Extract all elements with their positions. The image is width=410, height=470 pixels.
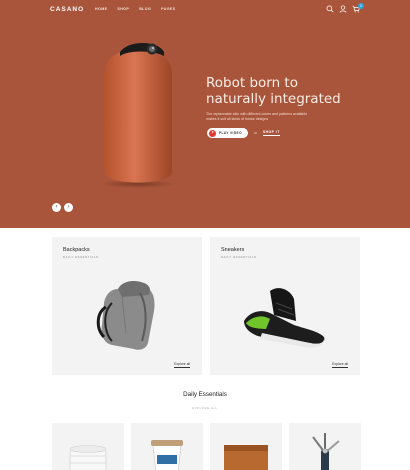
search-icon[interactable]	[326, 5, 334, 13]
explore-all-subtitle[interactable]: EXPLORE ALL	[0, 406, 410, 410]
category-subtitle: DAILY ESSENTIALS	[221, 255, 257, 259]
play-video-button[interactable]: PLAY VIDEO	[207, 128, 248, 138]
product-card-wallet[interactable]	[210, 423, 282, 470]
menu-item-pages[interactable]: PAGES	[161, 7, 175, 11]
daily-essentials-title: Daily Essentials	[183, 391, 227, 398]
menu-item-home[interactable]: HOME	[95, 7, 107, 11]
product-card-bowls[interactable]	[52, 423, 124, 470]
category-title: Sneakers	[221, 247, 245, 253]
site-logo[interactable]: CASANO	[50, 6, 84, 13]
category-card-sneakers[interactable]: Sneakers DAILY ESSENTIALS Explore all	[210, 237, 360, 375]
menu-item-blog[interactable]: BLOG	[139, 7, 151, 11]
cart-count-badge: 0	[358, 3, 364, 9]
category-title: Backpacks	[63, 247, 90, 253]
slider-controls: ‹ ›	[52, 203, 73, 212]
robot-speaker-image	[98, 34, 178, 189]
category-subtitle: DAILY ESSENTIALS	[63, 255, 99, 259]
top-navigation: CASANO HOME SHOP BLOG PAGES 0	[0, 0, 410, 20]
essentials-product-grid	[52, 423, 361, 470]
explore-all-link[interactable]: Explore all	[174, 362, 190, 368]
user-icon[interactable]	[339, 5, 347, 13]
play-icon	[209, 129, 216, 137]
header-actions: 0	[326, 3, 364, 13]
slider-prev-button[interactable]: ‹	[52, 203, 61, 212]
sneaker-image	[240, 263, 330, 355]
menu-item-shop[interactable]: SHOP	[117, 7, 129, 11]
category-card-backpacks[interactable]: Backpacks DAILY ESSENTIALS Explore all	[52, 237, 202, 375]
cart-icon[interactable]: 0	[352, 3, 364, 13]
or-separator: or	[253, 131, 257, 135]
slider-next-button[interactable]: ›	[64, 203, 73, 212]
page: CASANO HOME SHOP BLOG PAGES 0 Robot born…	[0, 0, 410, 470]
hero-headline: Robot born to naturally integrated	[206, 75, 341, 107]
hero-actions: PLAY VIDEO or SHOP IT	[207, 128, 280, 138]
product-card-keychain[interactable]	[289, 423, 361, 470]
product-card-cup[interactable]	[131, 423, 203, 470]
play-video-label: PLAY VIDEO	[219, 131, 242, 135]
hero-banner: CASANO HOME SHOP BLOG PAGES 0 Robot born…	[0, 0, 410, 228]
shop-it-link[interactable]: SHOP IT	[262, 130, 280, 136]
explore-all-link[interactable]: Explore all	[332, 362, 348, 368]
hero-description: The replaceable skin with different colo…	[206, 112, 308, 121]
main-menu: HOME SHOP BLOG PAGES	[95, 7, 176, 11]
backpack-image	[82, 263, 172, 355]
